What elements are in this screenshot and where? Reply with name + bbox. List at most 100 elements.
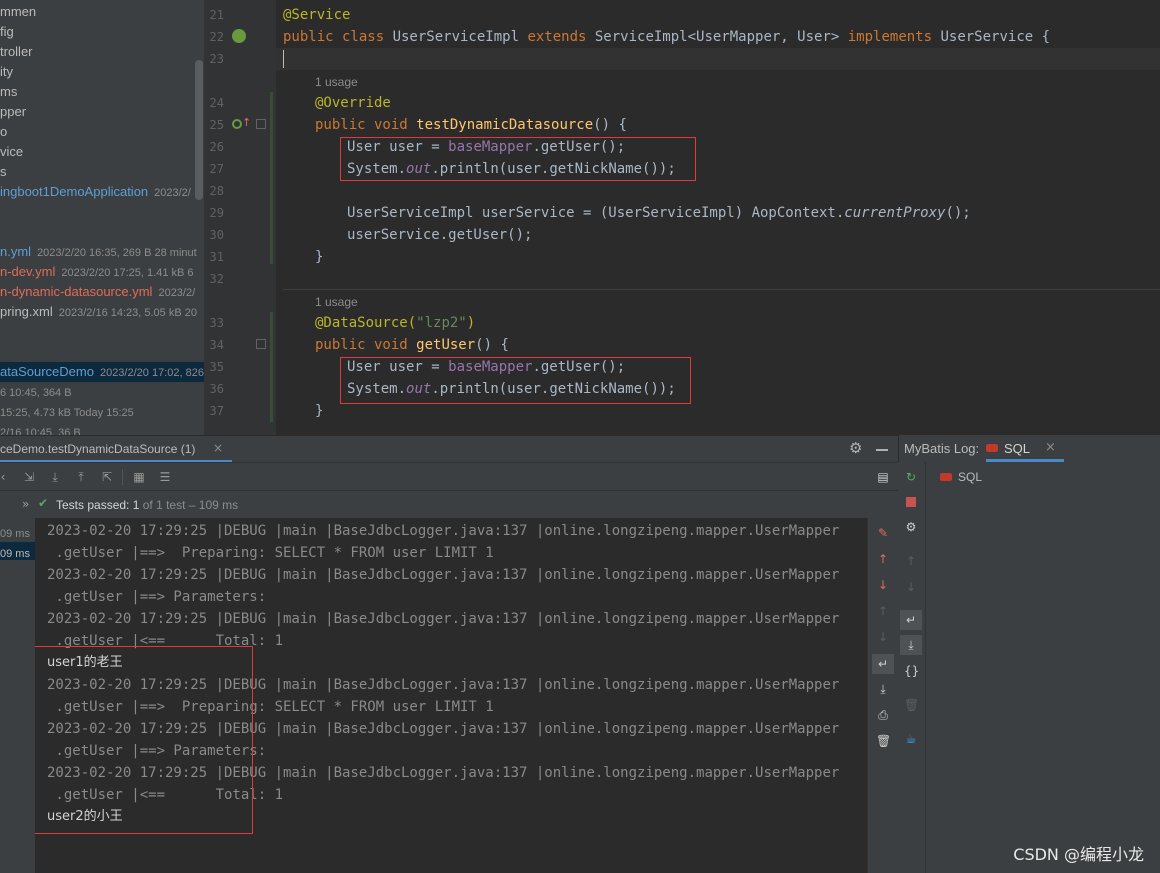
project-tree-item[interactable]: ity	[0, 62, 204, 82]
highlight-box	[35, 646, 253, 834]
minimize-icon[interactable]	[876, 449, 888, 451]
import-icon[interactable]: ⤓	[48, 470, 62, 484]
sql-tab-label: SQL	[1004, 441, 1031, 456]
run-tab[interactable]: ceDemo.testDynamicDataSource (1) ×	[0, 436, 232, 463]
line-number: 37	[209, 404, 224, 418]
usage-hint[interactable]: 1 usage	[315, 75, 358, 89]
rerun-icon[interactable]: ↻	[904, 470, 918, 484]
chevron-icon[interactable]: ‹	[0, 470, 10, 484]
project-tree-item-meta: 2023/2/	[158, 287, 196, 299]
usage-hint[interactable]: 1 usage	[315, 295, 358, 309]
project-tree-item[interactable]: ms	[0, 82, 204, 102]
project-tree-item[interactable]: troller	[0, 42, 204, 62]
project-tree-item[interactable]: n.yml 2023/2/20 16:35, 269 B 28 minut	[0, 242, 204, 262]
project-tree-item[interactable]: fig	[0, 22, 204, 42]
test-tree-item-selected[interactable]: 09 ms	[0, 542, 35, 560]
line-number: 34	[209, 338, 224, 352]
fold-icon[interactable]	[256, 339, 266, 349]
soft-wrap-icon[interactable]: ↵	[872, 654, 894, 674]
project-tree-item[interactable]: n-dynamic-datasource.yml 2023/2/	[0, 282, 204, 302]
up-arrow-icon[interactable]: ↑	[904, 554, 918, 568]
code-editor[interactable]: @Service public class UserServiceImpl ex…	[276, 0, 1160, 435]
close-icon[interactable]: ×	[213, 441, 223, 455]
project-tree-item-label: ingboot1DemoApplication	[0, 184, 149, 199]
layout-switch-icon[interactable]: ▤	[876, 470, 890, 484]
clear-icon[interactable]: ✎	[876, 526, 890, 540]
line-number: 23	[209, 52, 224, 66]
test-tree-item[interactable]: 09 ms	[0, 522, 35, 540]
scroll-to-end-icon[interactable]: ⤓	[900, 635, 922, 655]
filter-icon[interactable]: ☰	[158, 470, 172, 484]
project-tree-item-meta: 2023/2/20 16:35, 269 B 28 minut	[37, 247, 197, 259]
test-duration: 09 ms	[0, 548, 30, 560]
spring-bean-icon[interactable]	[232, 29, 246, 43]
plugin-icon[interactable]: ☕	[904, 732, 918, 746]
collapse-icon[interactable]: ⇱	[100, 470, 114, 484]
project-tree-item-label: 2/16 10:45, 36 B	[0, 427, 81, 435]
console-log-line: 2023-02-20 17:29:25 |DEBUG |main |BaseJd…	[47, 523, 840, 539]
console-log-line: .getUser |==> Preparing: SELECT * FROM u…	[47, 545, 494, 561]
current-line-highlight	[276, 48, 1160, 70]
line-number: 35	[209, 360, 224, 374]
toolbar-separator	[122, 469, 123, 485]
export-icon[interactable]: ⤒	[74, 470, 88, 484]
up-arrow-icon[interactable]: ↑	[876, 552, 890, 566]
down-arrow-icon[interactable]: ↓	[876, 630, 890, 644]
down-arrow-icon[interactable]: ↓	[904, 580, 918, 594]
gear-icon[interactable]: ⚙	[849, 439, 862, 457]
sort-icon[interactable]: ⇲	[22, 470, 36, 484]
fold-icon[interactable]	[256, 119, 266, 129]
scroll-to-end-icon[interactable]: ⤓	[876, 682, 890, 696]
override-arrow-icon[interactable]: ↑	[242, 116, 251, 129]
down-arrow-icon[interactable]: ↓	[876, 578, 890, 592]
code-line-30: userService.getUser();	[347, 227, 533, 243]
project-tree-item[interactable]: vice	[0, 142, 204, 162]
project-tree-item-meta: 2023/2/20 17:02, 826	[99, 367, 204, 379]
run-tab-label: ceDemo.testDynamicDataSource (1)	[0, 442, 196, 456]
project-tree-item-label: vice	[0, 144, 24, 159]
project-tree-item[interactable]: 15:25, 4.73 kB Today 15:25	[0, 402, 204, 422]
project-tree-item[interactable]: pring.xml 2023/2/16 14:23, 5.05 kB 20	[0, 302, 204, 322]
trash-icon[interactable]: 🗑	[876, 734, 891, 748]
project-tree-item[interactable]: ataSourceDemo 2023/2/20 17:02, 826	[0, 362, 204, 382]
stop-icon[interactable]	[906, 497, 916, 507]
expand-icon[interactable]: »	[22, 497, 29, 511]
console-output[interactable]: 2023-02-20 17:29:25 |DEBUG |main |BaseJd…	[35, 518, 867, 873]
project-tree-item[interactable]: ingboot1DemoApplication 2023/2/	[0, 182, 204, 202]
gear-icon[interactable]: ⚙	[904, 520, 918, 534]
project-tree-item-label: n-dev.yml	[0, 264, 56, 279]
sql-tab[interactable]: SQL ×	[986, 435, 1064, 462]
format-json-icon[interactable]: {}	[904, 664, 919, 678]
implements-method-icon[interactable]	[232, 119, 242, 129]
close-icon[interactable]: ×	[1045, 440, 1056, 455]
project-tree-item-meta: 2023/2/	[154, 187, 191, 199]
trash-icon[interactable]: 🗑	[904, 698, 919, 712]
project-tree-item[interactable]: o	[0, 122, 204, 142]
line-number: 31	[209, 250, 224, 264]
project-tree-item-label: fig	[0, 24, 14, 39]
mybatis-log-title: MyBatis Log:	[904, 441, 980, 456]
project-tree-item-label: 15:25, 4.73 kB Today 15:25	[0, 407, 134, 419]
change-marker	[270, 312, 273, 422]
console-log-line: 2023-02-20 17:29:25 |DEBUG |main |BaseJd…	[47, 611, 840, 627]
project-tree-item[interactable]: mmen	[0, 2, 204, 22]
up-arrow-icon[interactable]: ↑	[876, 604, 890, 618]
layout-icon[interactable]: ▦	[132, 470, 146, 484]
line-number: 28	[209, 184, 224, 198]
project-tree-item[interactable]: n-dev.yml 2023/2/20 17:25, 1.41 kB 6	[0, 262, 204, 282]
line-number: 26	[209, 140, 224, 154]
project-tree-item-label: 6 10:45, 364 B	[0, 387, 72, 399]
project-tree-item[interactable]: s	[0, 162, 204, 182]
line-number: 32	[209, 272, 224, 286]
code-line-24: @Override	[315, 95, 391, 111]
test-duration: 09 ms	[0, 528, 30, 540]
print-icon[interactable]: ⎙	[876, 708, 890, 722]
line-number: 25	[209, 118, 224, 132]
soft-wrap-icon[interactable]: ↵	[900, 610, 922, 630]
project-tree-item-label: ms	[0, 84, 18, 99]
project-tree-item[interactable]: 6 10:45, 364 B	[0, 382, 204, 402]
project-tree-item[interactable]: 2/16 10:45, 36 B	[0, 422, 204, 435]
project-tree-scrollbar[interactable]	[195, 60, 203, 200]
project-tree-item[interactable]: pper	[0, 102, 204, 122]
text-cursor	[283, 50, 284, 68]
